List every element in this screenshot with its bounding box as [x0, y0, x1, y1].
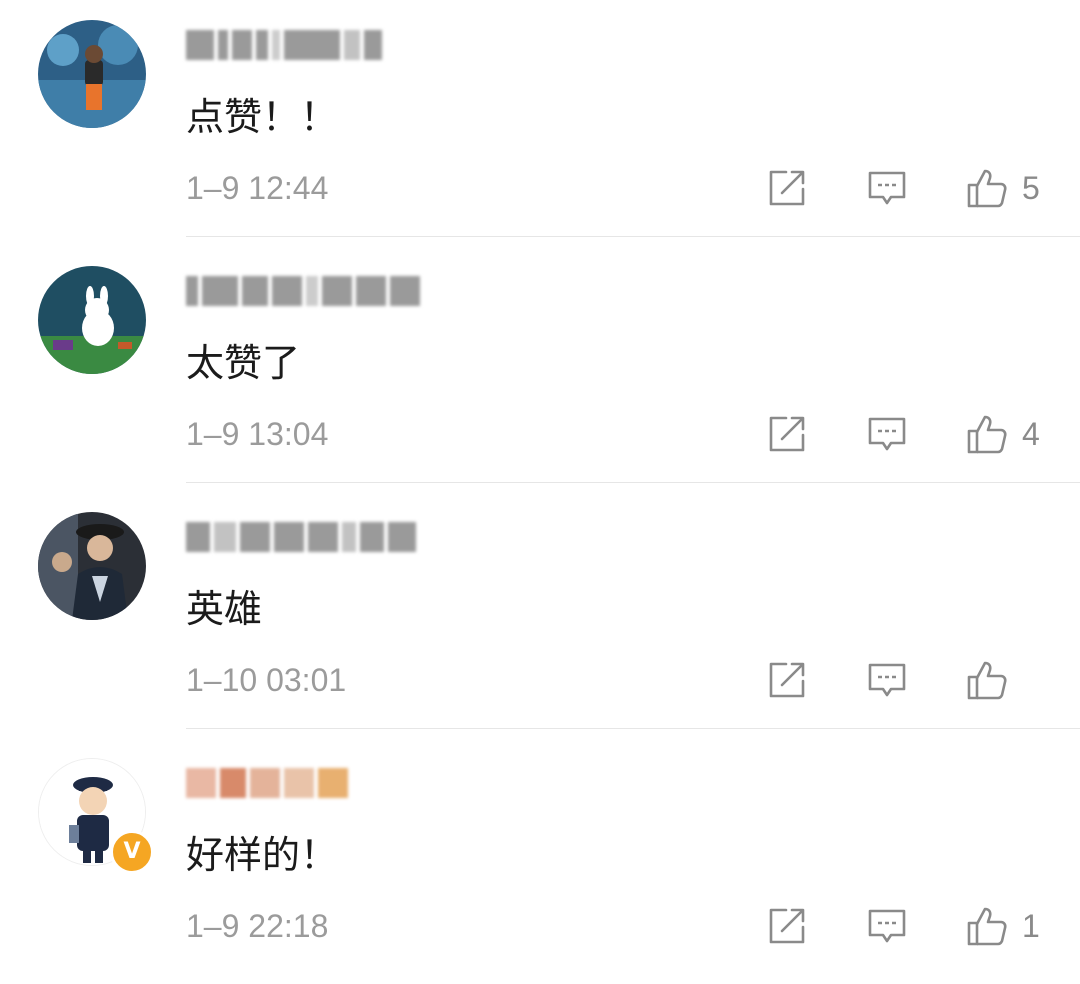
reply-button[interactable]: [866, 167, 908, 209]
like-button[interactable]: 5: [966, 167, 1040, 209]
share-button[interactable]: [766, 659, 808, 701]
comment-actions: 5: [708, 164, 1040, 212]
thumbs-up-icon: [967, 661, 1007, 700]
verified-badge-icon: V: [110, 830, 154, 874]
share-button[interactable]: [766, 413, 808, 455]
share-icon: [769, 416, 805, 452]
comment-text: 英雄: [186, 587, 263, 631]
avatar[interactable]: [38, 266, 146, 374]
divider: [186, 482, 1080, 483]
username-blurred[interactable]: [186, 22, 382, 68]
like-count: 4: [1022, 415, 1040, 452]
thumbs-up-icon: [967, 415, 1007, 454]
comment-text: 点赞！！: [186, 95, 339, 139]
avatar[interactable]: [38, 20, 146, 128]
thumbs-up-icon: [967, 169, 1007, 208]
comment-timestamp: 1–9 22:18: [186, 908, 329, 944]
comment-text: 好样的！: [186, 833, 339, 877]
comment-timestamp: 1–10 03:01: [186, 662, 347, 698]
comment-item: 太赞了 1–9 13:04 4: [0, 246, 1080, 492]
comment-actions: [708, 656, 1040, 704]
like-count: 1: [1022, 907, 1040, 944]
username-blurred[interactable]: [186, 268, 420, 314]
share-button[interactable]: [766, 905, 808, 947]
share-icon: [769, 170, 805, 206]
share-button[interactable]: [766, 167, 808, 209]
reply-button[interactable]: [866, 659, 908, 701]
avatar[interactable]: [38, 512, 146, 620]
like-count: 5: [1022, 169, 1040, 206]
avatar-cartoon-icon: [38, 266, 146, 374]
thumbs-up-icon: [967, 907, 1007, 946]
reply-button[interactable]: [866, 413, 908, 455]
comment-timestamp: 1–9 12:44: [186, 170, 329, 206]
reply-button[interactable]: [866, 905, 908, 947]
comment-item: V 好样的！ 1–9 22:18 1: [0, 738, 1080, 984]
comment-item: 英雄 1–10 03:01: [0, 492, 1080, 738]
comment-actions: 4: [708, 410, 1040, 458]
like-button[interactable]: 1: [966, 905, 1040, 947]
comment-list: 点赞！！ 1–9 12:44 5 太赞了 1–9 13:04 4 英雄 1–10…: [0, 0, 1080, 973]
username-blurred[interactable]: [186, 514, 416, 560]
comment-icon: [868, 663, 906, 697]
username-blurred[interactable]: [186, 760, 348, 806]
avatar-photo-icon: [38, 20, 146, 128]
divider: [186, 236, 1080, 237]
like-button[interactable]: [966, 659, 1040, 701]
share-icon: [769, 908, 805, 944]
like-button[interactable]: 4: [966, 413, 1040, 455]
avatar-photo-icon: [38, 512, 146, 620]
comment-actions: 1: [708, 902, 1040, 950]
comment-icon: [868, 417, 906, 451]
comment-text: 太赞了: [186, 341, 301, 385]
comment-timestamp: 1–9 13:04: [186, 416, 329, 452]
divider: [186, 728, 1080, 729]
comment-item: 点赞！！ 1–9 12:44 5: [0, 0, 1080, 246]
comment-icon: [868, 909, 906, 943]
comment-icon: [868, 171, 906, 205]
share-icon: [769, 662, 805, 698]
